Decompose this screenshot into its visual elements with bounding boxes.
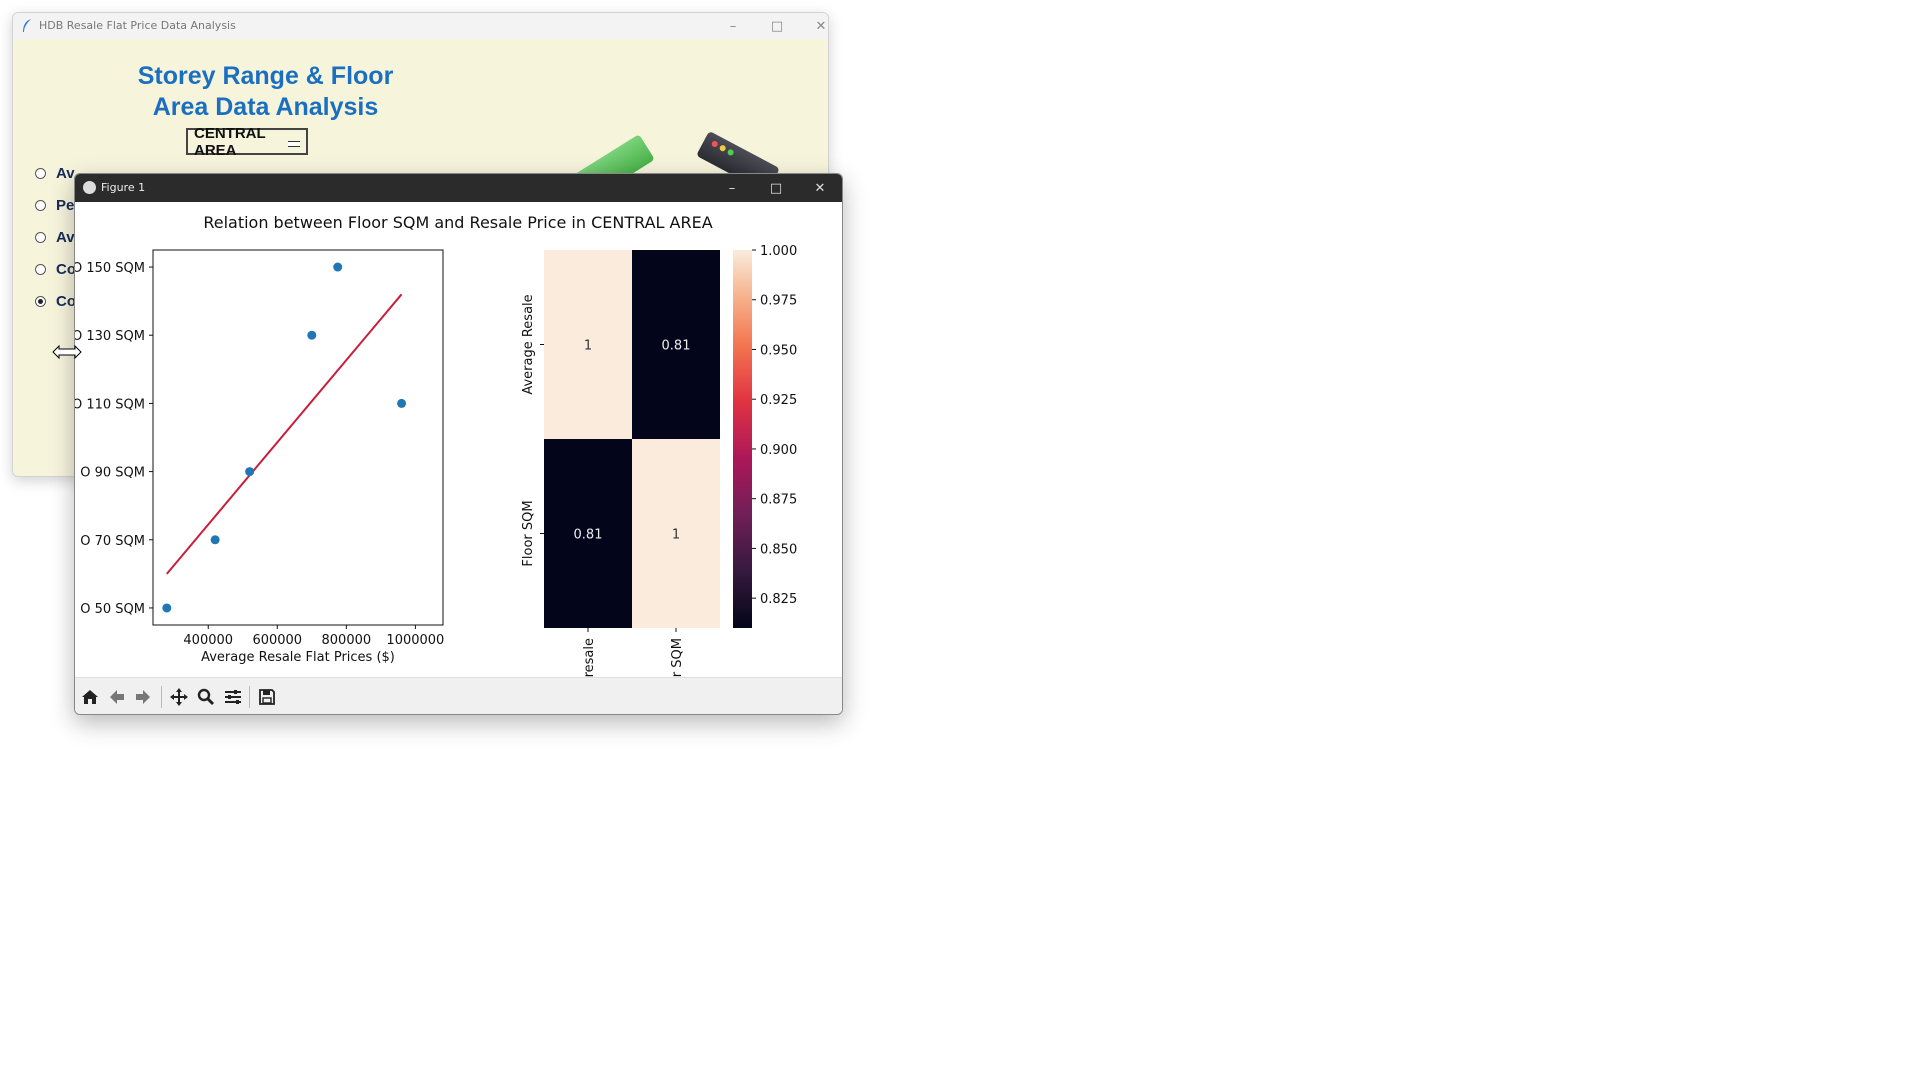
y-tick-label: O 70 SQM <box>80 534 145 549</box>
heatmap-row-label: Floor SQM <box>521 500 536 566</box>
matplotlib-logo-icon <box>83 181 96 194</box>
radio-button[interactable] <box>35 296 46 307</box>
colorbar <box>733 250 752 628</box>
close-button[interactable]: ✕ <box>799 13 828 39</box>
main-titlebar[interactable]: HDB Resale Flat Price Data Analysis – □ … <box>13 13 828 39</box>
y-tick-label: O 90 SQM <box>80 466 145 481</box>
x-tick-label: 600000 <box>252 633 302 648</box>
figure-window: Figure 1 – □ ✕ Relation between Floor SQ… <box>74 173 843 715</box>
figure-minimize-button[interactable]: – <box>710 174 754 202</box>
maximize-button[interactable]: □ <box>755 13 799 39</box>
figure-canvas: Relation between Floor SQM and Resale Pr… <box>75 213 797 677</box>
analysis-option-2[interactable]: Pe <box>35 197 74 214</box>
forward-icon[interactable] <box>132 686 154 708</box>
dot-icon <box>726 148 735 157</box>
title-line-1: Storey Range & Floor <box>137 62 394 90</box>
pan-icon[interactable] <box>168 686 190 708</box>
dropdown-indicator-icon <box>288 141 300 147</box>
heatmap-annotation: 0.81 <box>574 528 603 543</box>
colorbar-tick-label: 0.875 <box>760 493 797 508</box>
scatter-point <box>307 330 317 340</box>
radio-button[interactable] <box>35 232 46 243</box>
town-dropdown[interactable]: CENTRAL AREA <box>186 125 308 159</box>
page-title: Storey Range & Floor Area Data Analysis <box>13 61 518 123</box>
y-tick-label: O 110 SQM <box>75 397 145 412</box>
heatmap-row-label: Average Resale <box>521 294 536 394</box>
y-tick-label: O 50 SQM <box>80 602 145 617</box>
correlation-heatmap: 1 0.81 0.81 1 Average Resale Floor SQM resale r… <box>521 244 797 677</box>
minimize-button[interactable]: – <box>711 13 755 39</box>
colorbar-tick-label: 1.000 <box>760 244 797 259</box>
scatter-point <box>210 535 220 545</box>
colorbar-tick-label: 0.950 <box>760 343 797 358</box>
y-tick-label: O 150 SQM <box>75 261 145 276</box>
x-axis-label: Average Resale Flat Prices ($) <box>201 650 395 665</box>
x-tick-label: 1000000 <box>386 633 444 648</box>
analysis-option-5[interactable]: Co <box>35 293 76 310</box>
window-title: HDB Resale Flat Price Data Analysis <box>39 19 236 32</box>
heatmap-annotation: 1 <box>584 339 592 354</box>
figure-maximize-button[interactable]: □ <box>754 174 798 202</box>
radio-label: Co <box>56 293 76 310</box>
analysis-option-4[interactable]: Co <box>35 261 76 278</box>
radio-label: Pe <box>56 197 75 214</box>
scatter-point <box>333 262 343 272</box>
colorbar-tick-label: 0.850 <box>760 542 797 557</box>
radio-label: Av <box>56 229 75 246</box>
radio-button[interactable] <box>35 200 46 211</box>
radio-button[interactable] <box>35 168 46 179</box>
feather-icon <box>23 19 31 32</box>
chart-title: Relation between Floor SQM and Resale Pr… <box>203 213 712 232</box>
heatmap-annotation: 0.81 <box>662 339 691 354</box>
colorbar-tick-label: 0.925 <box>760 393 797 408</box>
figure-title: Figure 1 <box>101 181 146 194</box>
radio-button[interactable] <box>35 264 46 275</box>
title-line-2: Area Data Analysis <box>152 93 379 121</box>
dot-icon <box>710 139 719 149</box>
scatter-point <box>245 467 255 477</box>
scatter-plot: 400000 600000 800000 1000000 O 50 SQM O 70 SQ… <box>75 249 444 665</box>
colorbar-tick-label: 0.975 <box>760 294 797 309</box>
zoom-icon[interactable] <box>195 686 217 708</box>
colorbar-tick-label: 0.825 <box>760 592 797 607</box>
resize-cursor-icon <box>52 345 82 359</box>
analysis-option-3[interactable]: Av <box>35 229 75 246</box>
y-tick-label: O 130 SQM <box>75 329 145 344</box>
plot-area <box>152 249 444 626</box>
heatmap-col-label: r SQM <box>670 638 685 677</box>
colorbar-tick-label: 0.900 <box>760 443 797 458</box>
heatmap-annotation: 1 <box>672 528 680 543</box>
configure-subplots-icon[interactable] <box>222 686 244 708</box>
dot-icon <box>718 144 727 153</box>
heatmap-col-label: resale <box>582 638 597 677</box>
figure-toolbar <box>75 677 842 714</box>
scatter-point <box>162 603 172 613</box>
scatter-point <box>397 398 407 408</box>
home-icon[interactable] <box>79 686 101 708</box>
back-icon[interactable] <box>106 686 128 708</box>
save-icon[interactable] <box>256 686 278 708</box>
analysis-option-1[interactable]: Av <box>35 165 75 182</box>
x-tick-label: 800000 <box>322 633 372 648</box>
radio-label: Co <box>56 261 76 278</box>
toolbar-divider <box>249 686 250 708</box>
radio-label: Av <box>56 165 75 182</box>
x-tick-label: 400000 <box>183 633 233 648</box>
figure-close-button[interactable]: ✕ <box>798 174 842 202</box>
toolbar-divider <box>161 686 162 708</box>
figure-titlebar[interactable]: Figure 1 – □ ✕ <box>75 174 842 202</box>
